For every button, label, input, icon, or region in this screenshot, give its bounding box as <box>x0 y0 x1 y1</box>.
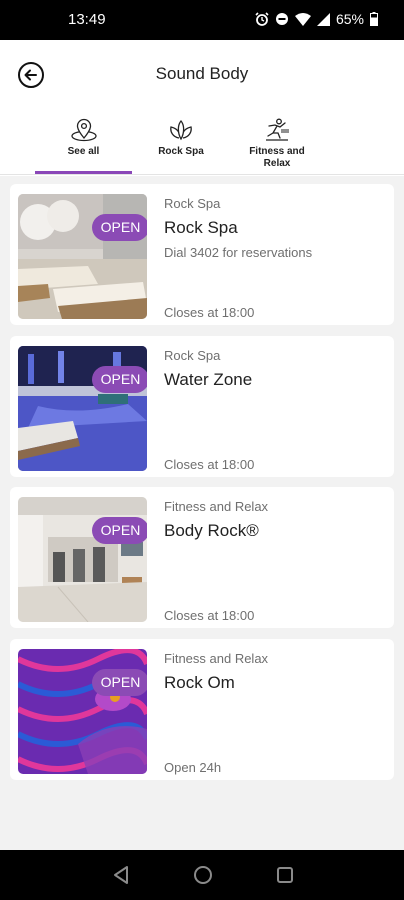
open-status-badge: OPEN <box>92 366 147 393</box>
open-status-badge: OPEN <box>92 517 147 544</box>
nav-back-button[interactable] <box>112 865 130 890</box>
battery-icon <box>370 12 378 26</box>
dnd-icon <box>275 12 289 26</box>
tab-label: Fitness and Relax <box>249 146 305 169</box>
tab-see-all[interactable]: See all <box>35 118 132 176</box>
open-status-badge: OPEN <box>92 669 147 696</box>
tab-rock-spa[interactable]: Rock Spa <box>140 118 222 176</box>
venue-name: Water Zone <box>164 370 253 389</box>
venue-image: OPEN <box>18 346 147 471</box>
page-title: Sound Body <box>155 64 249 83</box>
venue-image: OPEN <box>18 649 147 774</box>
venue-name: Rock Spa <box>164 218 238 237</box>
status-icons: 65% <box>255 11 378 27</box>
square-recents-icon <box>277 867 293 883</box>
fitness-icon <box>266 118 289 141</box>
header-divider <box>0 174 404 175</box>
triangle-back-icon <box>114 866 128 884</box>
tab-label: See all <box>67 146 100 157</box>
status-time: 13:49 <box>68 11 106 28</box>
status-bar: 13:49 65% <box>0 0 404 40</box>
venue-category: Rock Spa <box>164 348 221 363</box>
venue-image: OPEN <box>18 497 147 622</box>
alarm-icon <box>255 12 269 26</box>
venue-name: Rock Om <box>164 673 235 692</box>
nav-home-button[interactable] <box>193 865 213 890</box>
circle-home-icon <box>194 866 212 884</box>
venue-card[interactable]: OPEN Rock Spa Rock Spa Dial 3402 for res… <box>10 184 394 325</box>
venue-card[interactable]: OPEN Rock Spa Water Zone Closes at 18:00 <box>10 336 394 477</box>
venue-name: Body Rock® <box>164 521 259 540</box>
venue-category: Fitness and Relax <box>164 499 269 514</box>
battery-percent: 65% <box>335 11 364 27</box>
open-status-badge: OPEN <box>92 214 147 241</box>
lotus-icon <box>170 120 192 141</box>
venue-image: OPEN <box>18 194 147 319</box>
venue-hours: Closes at 18:00 <box>164 457 255 472</box>
tab-label: Rock Spa <box>158 146 204 157</box>
app-header: Sound Body See all Rock Spa Fitness and … <box>0 40 404 176</box>
tab-fitness-and-relax[interactable]: Fitness and Relax <box>236 118 318 176</box>
venue-card[interactable]: OPEN Fitness and Relax Body Rock® Closes… <box>10 487 394 628</box>
nav-recents-button[interactable] <box>276 865 294 890</box>
venue-description: Dial 3402 for reservations <box>164 245 313 260</box>
venue-card[interactable]: OPEN Fitness and Relax Rock Om Open 24h <box>10 639 394 780</box>
venue-hours: Open 24h <box>164 760 222 775</box>
venue-category: Rock Spa <box>164 196 221 211</box>
category-tabs: See all Rock Spa Fitness and Relax <box>0 118 404 176</box>
system-nav-bar <box>0 850 404 900</box>
venue-hours: Closes at 18:00 <box>164 305 255 320</box>
signal-icon <box>316 12 330 26</box>
wifi-icon <box>294 12 311 26</box>
venue-category: Fitness and Relax <box>164 651 269 666</box>
location-pin-icon <box>70 118 97 142</box>
venue-hours: Closes at 18:00 <box>164 608 255 623</box>
